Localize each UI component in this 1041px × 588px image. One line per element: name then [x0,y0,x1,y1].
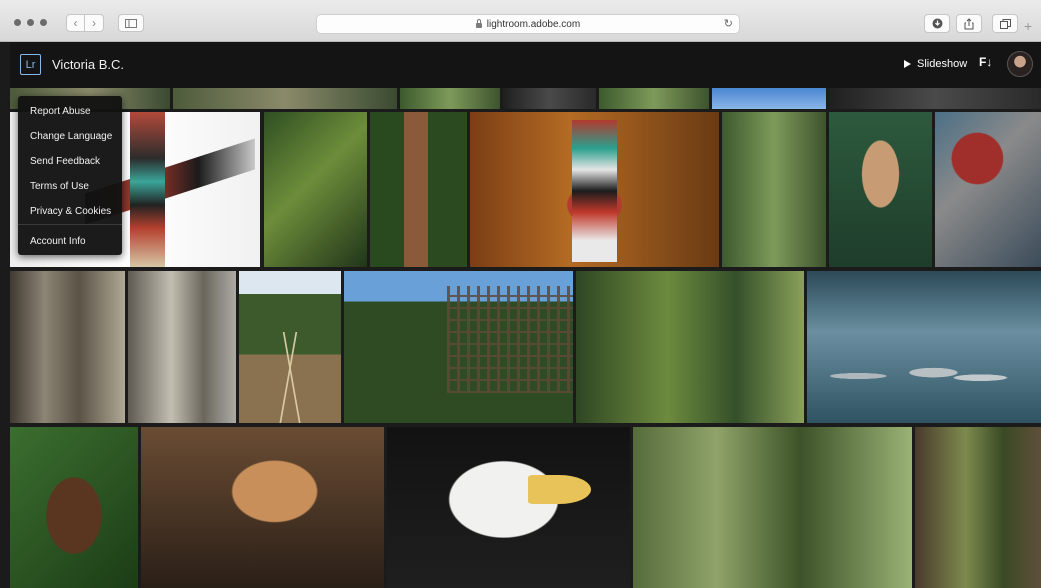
photo-thumbnail[interactable] [807,271,1041,423]
lock-icon [475,18,482,28]
photo-thumbnail[interactable] [264,112,367,267]
play-icon [904,60,911,68]
photo-thumbnail[interactable] [141,427,384,588]
slideshow-button[interactable]: Slideshow [904,58,967,70]
browser-toolbar: ‹ › lightroom.adobe.com ↻ + [0,0,1041,42]
tabs-icon[interactable] [992,14,1018,33]
sidebar-icon[interactable] [118,14,144,32]
menu-item-account-info[interactable]: Account Info [30,236,86,247]
photo-thumbnail[interactable] [10,271,125,423]
close-window-dot[interactable] [14,19,21,26]
menu-item-change-language[interactable]: Change Language [30,131,112,142]
history-nav: ‹ › [66,14,104,32]
chevron-left-icon[interactable]: ‹ [66,14,85,32]
menu-item-report-abuse[interactable]: Report Abuse [30,106,91,117]
photo-thumbnail[interactable] [633,427,912,588]
photo-thumbnail[interactable] [10,427,138,588]
photo-thumbnail[interactable] [400,88,500,109]
window-controls[interactable] [14,19,47,26]
minimize-window-dot[interactable] [27,19,34,26]
address-bar[interactable]: lightroom.adobe.com ↻ [316,14,740,34]
share-icon[interactable] [956,14,982,33]
avatar[interactable] [1007,51,1033,77]
new-tab-icon[interactable]: + [1024,18,1032,34]
photo-thumbnail[interactable] [470,112,719,267]
photo-thumbnail[interactable] [829,88,1041,109]
photo-thumbnail[interactable] [915,427,1041,588]
photo-thumbnail[interactable] [344,271,573,423]
chevron-right-icon[interactable]: › [85,14,104,32]
menu-item-send-feedback[interactable]: Send Feedback [30,156,100,167]
slideshow-label: Slideshow [917,58,968,70]
photo-thumbnail[interactable] [829,112,932,267]
photo-thumbnail[interactable] [712,88,826,109]
menu-item-privacy-cookies[interactable]: Privacy & Cookies [30,206,111,217]
photo-thumbnail[interactable] [173,88,397,109]
sort-icon[interactable]: F↓ [979,55,992,69]
photo-thumbnail[interactable] [239,271,341,423]
menu-divider [18,224,122,225]
download-icon[interactable] [924,14,950,33]
photo-thumbnail[interactable] [935,112,1041,267]
lightroom-logo[interactable]: Lr [20,54,41,75]
app-header: Lr Victoria B.C. Slideshow F↓ [10,42,1041,88]
album-title: Victoria B.C. [52,57,125,72]
photo-thumbnail[interactable] [599,88,709,109]
photo-thumbnail[interactable] [722,112,826,267]
photo-thumbnail[interactable] [576,271,804,423]
photo-thumbnail[interactable] [503,88,596,109]
account-menu: Report Abuse Change Language Send Feedba… [18,96,122,255]
photo-thumbnail[interactable] [387,427,630,588]
url-text: lightroom.adobe.com [486,18,581,30]
photo-thumbnail[interactable] [128,271,236,423]
photo-thumbnail[interactable] [370,112,467,267]
reload-icon[interactable]: ↻ [724,17,733,30]
menu-item-terms-of-use[interactable]: Terms of Use [30,181,89,192]
zoom-window-dot[interactable] [40,19,47,26]
